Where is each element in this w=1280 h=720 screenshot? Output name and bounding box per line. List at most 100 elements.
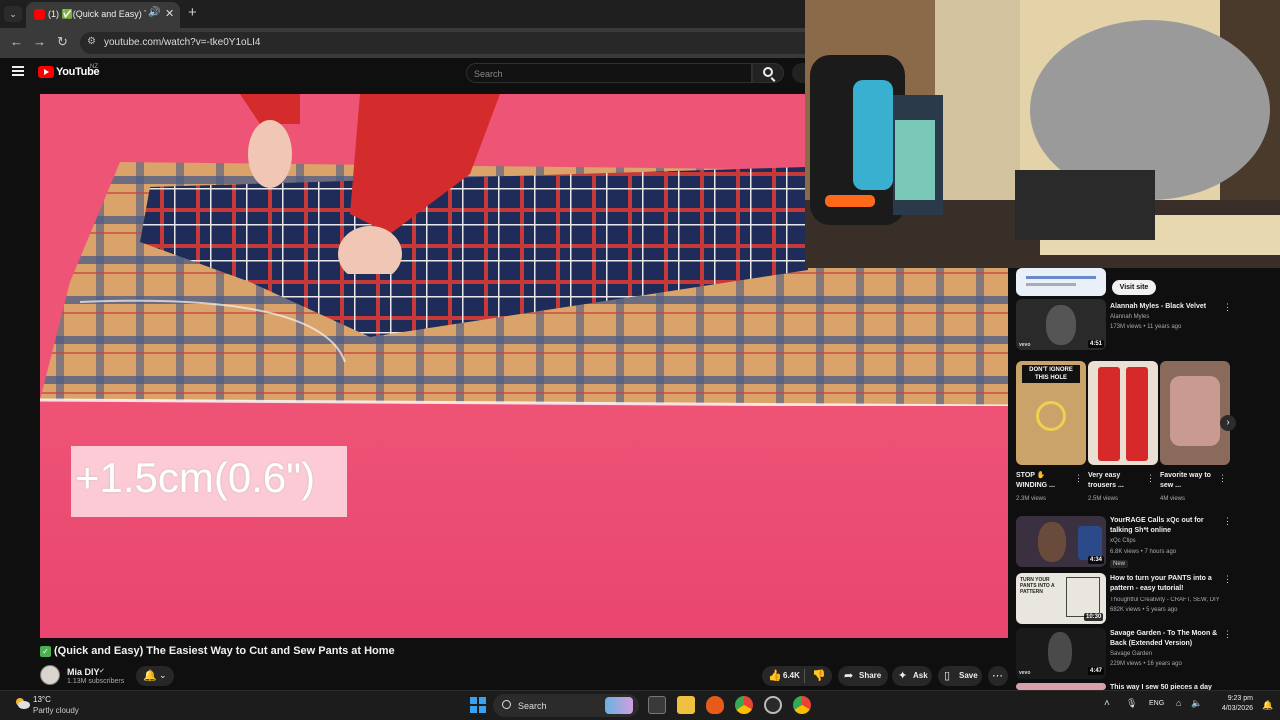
thumbnail-image [1038,522,1066,562]
more-vertical-icon[interactable]: ⋮ [1218,473,1227,484]
weather-temperature[interactable]: 13°C [33,695,51,704]
ad-graphic [1026,276,1096,279]
taskbar-search[interactable]: Search [493,694,639,717]
short-title[interactable]: Very easy trousers ... [1088,471,1142,491]
video-thumbnail[interactable]: 4:34 [1016,516,1106,567]
share-button[interactable]: ➦ Share [838,666,888,686]
thumbnail-image [1036,401,1066,431]
voice-search-button[interactable] [792,63,805,83]
site-info-icon[interactable]: ⚙ [87,36,96,47]
tab-close-icon[interactable]: ✕ [165,7,174,20]
clock-time[interactable]: 9:23 pm [1213,695,1253,702]
check-mark-icon: ✓ [40,646,51,657]
notification-icon[interactable]: 🔔 [1262,700,1273,711]
rec-channel[interactable]: Savage Garden [1110,651,1152,657]
hamburger-menu-icon[interactable] [12,66,24,76]
task-view-icon[interactable] [648,696,666,714]
notification-bell-button[interactable]: 🔔 ⌄ [136,666,174,686]
short-views: 4M views [1160,496,1186,502]
short-views: 2.3M views [1016,496,1047,502]
partly-cloudy-icon[interactable] [14,696,30,710]
ask-button[interactable]: ✦ Ask [892,666,932,686]
browser-tab[interactable]: (1) ✅(Quick and Easy) The 🔊 ✕ [26,2,180,28]
weather-description[interactable]: Partly cloudy [33,706,79,715]
chevron-right-icon[interactable]: › [1220,415,1236,431]
more-vertical-icon[interactable]: ⋮ [1223,516,1232,527]
webcam-feed [805,0,1280,268]
like-dislike-group: 👍 6.4K 👎 [762,666,832,686]
language-indicator[interactable]: ENG [1149,700,1164,707]
ad-thumbnail[interactable] [1016,268,1106,296]
more-vertical-icon[interactable]: ⋮ [1223,629,1232,640]
rec-title[interactable]: This way I sew 50 pieces a day [1110,683,1230,690]
save-button[interactable]: ▯ Save [938,666,982,686]
rec-channel[interactable]: Alannah Myles [1110,314,1149,320]
share-icon: ➦ [844,670,854,682]
new-tab-icon[interactable]: + [188,4,197,21]
rec-title[interactable]: Alannah Myles - Black Velvet [1110,302,1220,312]
app-icon[interactable] [764,696,782,714]
reload-icon[interactable]: ↻ [57,34,68,50]
chevron-up-icon[interactable]: ˄ [1104,698,1110,709]
video-duration: 10:30 [1084,613,1104,621]
volume-icon[interactable]: 🔈 [1191,698,1202,709]
channel-avatar[interactable] [40,665,60,685]
brave-browser-icon[interactable] [706,696,724,714]
rec-title[interactable]: Savage Garden - To The Moon & Back (Exte… [1110,629,1220,649]
video-thumbnail[interactable] [1016,683,1106,690]
search-button[interactable] [752,63,784,83]
thumbnail-image [1170,376,1220,446]
thumbs-down-icon[interactable]: 👎 [812,669,826,682]
more-vertical-icon[interactable]: ⋮ [1223,574,1232,585]
rec-channel[interactable]: Thoughtful Creativity - CRAFT, SEW, DIY [1110,597,1230,603]
video-thumbnail[interactable]: 4:51 vevo [1016,299,1106,350]
taskbar-search-label: Search [518,701,547,711]
short-thumbnail[interactable] [1160,361,1230,465]
short-title[interactable]: Favorite way to sew ... [1160,471,1216,491]
ad-graphic [1026,283,1076,286]
rec-meta: 229M views • 16 years ago [1110,661,1182,667]
windows-start-icon[interactable] [470,697,486,713]
video-thumbnail[interactable]: 4:47 vevo [1016,628,1106,679]
short-thumbnail[interactable] [1088,361,1158,465]
channel-name[interactable]: Mia DIY [67,667,100,677]
network-icon[interactable]: ⌂ [1176,698,1181,708]
video-title-row: ✓ (Quick and Easy) The Easiest Way to Cu… [40,645,800,661]
thumbnail-image [1126,367,1148,461]
visit-site-button[interactable]: Visit site [1112,280,1156,295]
short-thumbnail[interactable]: DON'T IGNORE THIS HOLE [1016,361,1086,465]
thumbs-up-icon[interactable]: 👍 [768,669,782,682]
file-explorer-icon[interactable] [677,696,695,714]
rec-title[interactable]: YourRAGE Calls xQc out for talking Sh*t … [1110,516,1220,536]
tab-list-button[interactable]: ⌄ [4,6,22,22]
youtube-favicon-icon [34,9,45,20]
audio-playing-icon[interactable]: 🔊 [148,7,160,18]
rec-title[interactable]: How to turn your PANTS into a pattern - … [1110,574,1220,594]
rec-meta: 173M views • 11 years ago [1110,324,1182,330]
like-count[interactable]: 6.4K [783,671,800,680]
search-box[interactable] [466,63,752,83]
youtube-header: YouTube NZ [0,58,805,88]
thumbnail-image [1098,367,1120,461]
search-input[interactable] [474,68,724,79]
youtube-logo-icon[interactable] [38,66,54,78]
video-thumbnail[interactable]: TURN YOUR PANTS INTO A PATTERN 10:30 [1016,573,1106,624]
back-arrow-icon[interactable]: ← [10,34,23,49]
microphone-icon[interactable]: 🎙 [1126,698,1137,709]
rec-channel[interactable]: xQc Clips [1110,538,1136,544]
short-title[interactable]: STOP ✋ WINDING ... [1016,471,1072,491]
clock-date[interactable]: 4/03/2026 [1213,705,1253,712]
url-text[interactable]: youtube.com/watch?v=-tke0Y1oLI4 [104,37,260,48]
save-label: Save [959,671,978,680]
chrome-icon[interactable] [735,696,753,714]
new-badge: New [1110,560,1129,568]
address-bar[interactable]: ⚙ youtube.com/watch?v=-tke0Y1oLI4 [80,32,805,54]
thumbnail-image [1078,526,1102,560]
forward-arrow-icon[interactable]: → [33,34,46,49]
windows-taskbar: 13°C Partly cloudy Search ˄ 🎙 ENG ⌂ 🔈 9:… [0,690,1280,720]
more-vertical-icon[interactable]: ⋮ [1074,473,1083,484]
more-vertical-icon[interactable]: ⋮ [1146,473,1155,484]
more-vertical-icon[interactable]: ⋮ [1223,302,1232,313]
chrome-icon[interactable] [793,696,811,714]
more-actions-button[interactable]: ⋯ [988,666,1008,686]
